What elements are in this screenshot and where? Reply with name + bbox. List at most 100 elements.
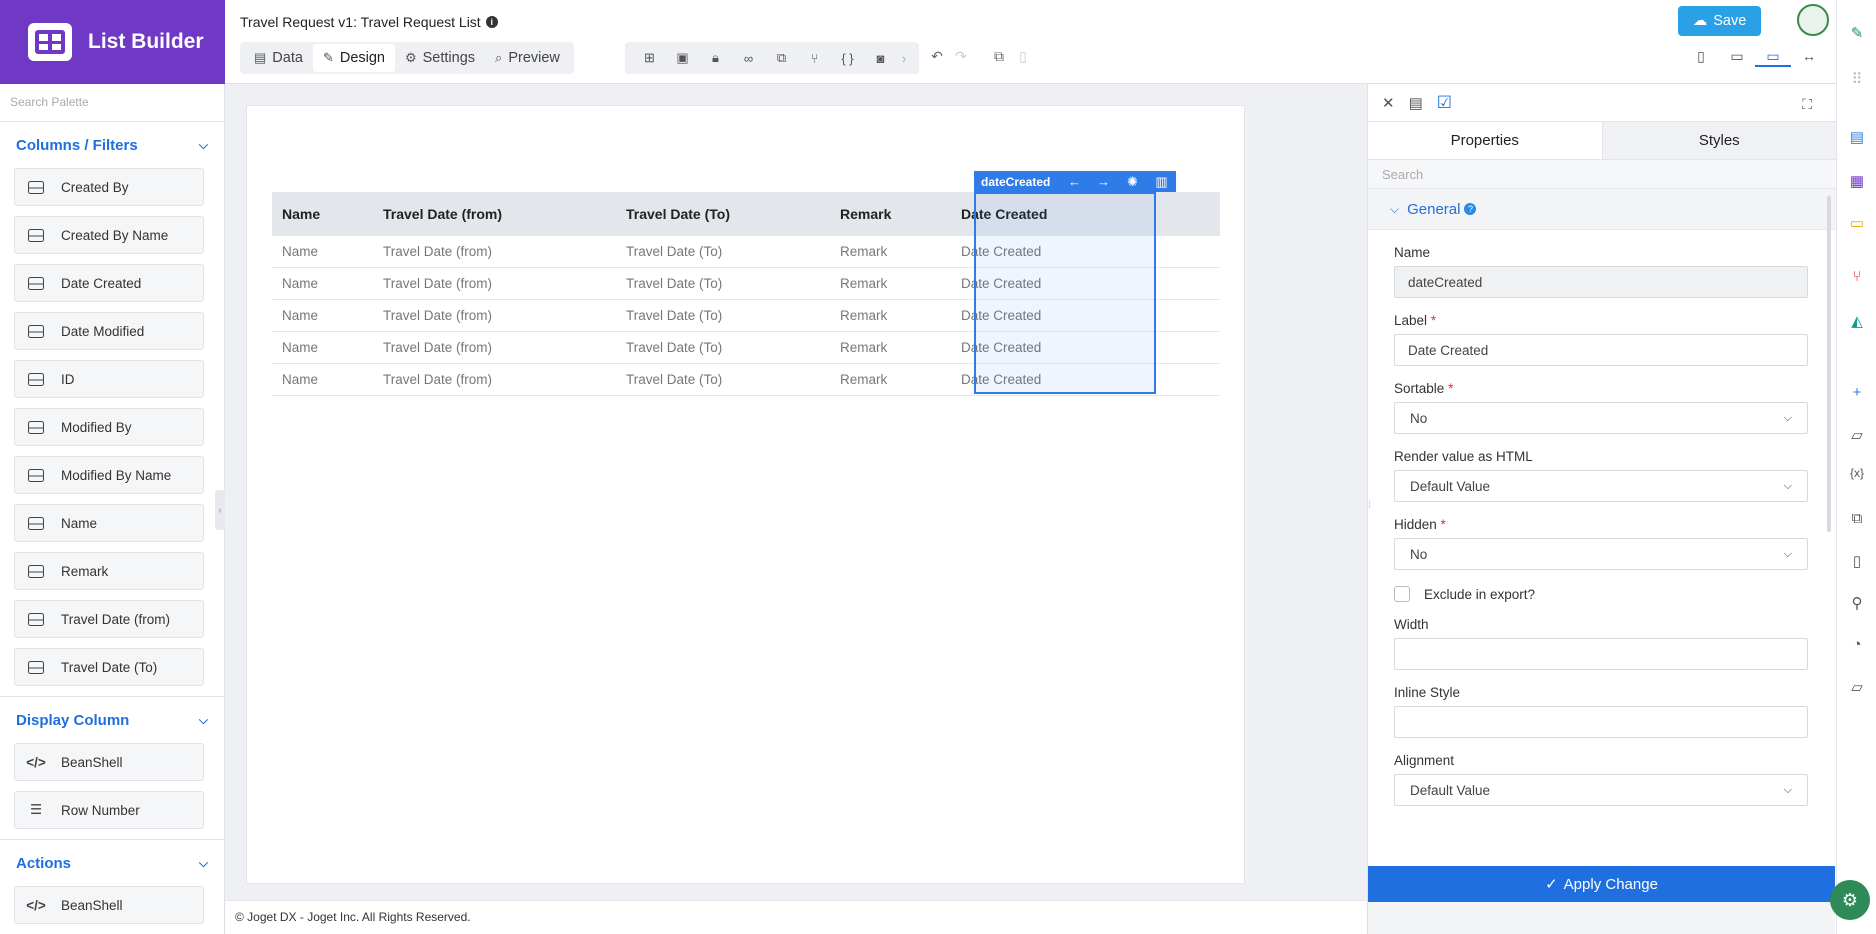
checkbox-checked-icon[interactable]: ☑ xyxy=(1437,93,1452,113)
tab-label: Preview xyxy=(508,50,560,66)
palette-item[interactable]: Created By xyxy=(14,168,204,206)
process-builder-icon[interactable]: ⑂ xyxy=(1847,268,1867,285)
paint-bucket-icon[interactable]: ◭ xyxy=(1847,312,1867,330)
drag-handle-icon[interactable]: ⠿ xyxy=(1847,70,1867,88)
lock-icon[interactable]: 🔒︎ xyxy=(699,50,732,66)
form-builder-icon[interactable]: ▤ xyxy=(1847,128,1867,146)
camera-icon[interactable]: ◙ xyxy=(864,51,897,66)
palette-item-label: Modified By xyxy=(61,419,132,435)
panel-resize-handle[interactable]: ⁞ xyxy=(1368,500,1376,522)
properties-icon[interactable]: ▣ xyxy=(666,50,699,66)
field-label-text: Label xyxy=(1394,313,1428,328)
arrow-left-icon[interactable]: ← xyxy=(1060,174,1089,189)
palette-item[interactable]: ID xyxy=(14,360,204,398)
tab-styles[interactable]: Styles xyxy=(1602,122,1836,159)
laptop-icon[interactable]: ▭ xyxy=(1755,48,1791,67)
palette-item[interactable]: Date Modified xyxy=(14,312,204,350)
speedometer-icon[interactable]: ◔ xyxy=(1847,636,1867,653)
info-icon[interactable]: i xyxy=(485,16,498,28)
tree-icon[interactable]: ⊞ xyxy=(633,50,666,66)
settings-fab-icon[interactable]: ⚙ xyxy=(1830,880,1870,920)
palette-item[interactable]: </> BeanShell xyxy=(14,743,204,781)
edit-icon[interactable]: ✎ xyxy=(1847,24,1867,42)
fullscreen-icon[interactable]: ⛶ xyxy=(1802,96,1812,113)
properties-scrollbar[interactable] xyxy=(1827,196,1831,532)
document-icon[interactable]: ▯ xyxy=(1847,552,1867,570)
tablet-icon[interactable]: ▭ xyxy=(1719,48,1755,67)
palette-item[interactable]: Name xyxy=(14,504,204,542)
copy-icon[interactable]: ⧉ xyxy=(987,48,1011,65)
tab-preview[interactable]: ⌕ Preview xyxy=(485,44,570,72)
render-html-select[interactable]: Default Value ⌵ xyxy=(1394,470,1808,502)
palette-item[interactable]: Modified By xyxy=(14,408,204,446)
required-marker: * xyxy=(1430,313,1437,328)
section-general[interactable]: ⌵ General ? xyxy=(1368,188,1836,230)
palette-item[interactable]: </> BeanShell xyxy=(14,886,204,924)
note-icon[interactable]: ▱ xyxy=(1847,426,1867,444)
palette-search-input[interactable]: Search Palette xyxy=(0,84,224,122)
add-icon[interactable]: + xyxy=(1847,384,1867,401)
palette-item-label: Created By Name xyxy=(61,227,169,243)
column-header[interactable]: Remark xyxy=(830,206,951,222)
column-icon xyxy=(27,660,45,674)
palette-item[interactable]: Travel Date (from) xyxy=(14,600,204,638)
script-icon[interactable]: ▱ xyxy=(1847,678,1867,696)
palette-icon[interactable]: ✺ xyxy=(1118,174,1147,190)
inline-style-input[interactable] xyxy=(1394,706,1808,738)
apply-change-button[interactable]: ✓ Apply Change xyxy=(1368,866,1835,902)
translate-icon[interactable]: ⧉ xyxy=(1847,510,1867,527)
section-display-column[interactable]: Display Column ⌵ xyxy=(0,697,224,743)
mobile-icon[interactable]: ▯ xyxy=(1683,48,1719,67)
field-label: Inline Style xyxy=(1394,685,1461,700)
label-input[interactable]: Date Created xyxy=(1394,334,1808,366)
trash-icon[interactable]: ▥ xyxy=(1147,174,1176,190)
sidebar-collapse-handle[interactable]: ‹ xyxy=(215,490,225,530)
properties-search-input[interactable]: Search xyxy=(1368,160,1836,188)
exclude-export-checkbox[interactable] xyxy=(1394,586,1410,602)
palette-item[interactable]: Modified By Name xyxy=(14,456,204,494)
column-icon xyxy=(27,612,45,626)
field-sortable: Sortable * No ⌵ xyxy=(1368,381,1836,434)
name-input[interactable]: dateCreated xyxy=(1394,266,1808,298)
section-actions[interactable]: Actions ⌵ xyxy=(0,840,224,886)
braces-icon[interactable]: { } xyxy=(831,51,864,66)
list-builder-icon[interactable]: ▦ xyxy=(1847,172,1867,190)
paste-icon[interactable]: ▯ xyxy=(1011,48,1035,65)
tab-settings[interactable]: ⚙ Settings xyxy=(395,44,485,72)
palette-item[interactable]: Remark xyxy=(14,552,204,590)
column-header[interactable]: Name xyxy=(272,206,373,222)
undo-icon[interactable]: ↶ xyxy=(925,48,949,65)
palette-item[interactable]: ☰ Row Number xyxy=(14,791,204,829)
translate-icon[interactable]: ⧉ xyxy=(765,50,798,66)
tab-design[interactable]: ✎ Design xyxy=(312,44,395,72)
column-header[interactable]: Travel Date (To) xyxy=(616,206,830,222)
selected-column-highlight[interactable] xyxy=(974,192,1156,394)
plugin-icon[interactable]: ⚲ xyxy=(1847,594,1867,612)
user-avatar[interactable] xyxy=(1797,4,1829,36)
variable-icon[interactable]: {x} xyxy=(1847,466,1867,480)
palette-item[interactable]: Travel Date (To) xyxy=(14,648,204,686)
width-input[interactable] xyxy=(1394,638,1808,670)
section-columns-filters[interactable]: Columns / Filters ⌵ xyxy=(0,122,224,168)
tab-properties[interactable]: Properties xyxy=(1368,122,1603,159)
close-icon[interactable]: ✕ xyxy=(1382,94,1395,112)
help-icon[interactable]: ? xyxy=(1464,203,1477,215)
branch-icon[interactable]: ⑂ xyxy=(798,51,831,66)
palette-item[interactable]: Date Created xyxy=(14,264,204,302)
sortable-select[interactable]: No ⌵ xyxy=(1394,402,1808,434)
userview-builder-icon[interactable]: ▭ xyxy=(1847,214,1867,232)
table-cell: Travel Date (from) xyxy=(383,340,493,355)
field-exclude-export: Exclude in export? xyxy=(1368,586,1836,602)
alignment-select[interactable]: Default Value ⌵ xyxy=(1394,774,1808,806)
save-icon[interactable]: ▤ xyxy=(1409,94,1423,112)
arrow-right-icon[interactable]: → xyxy=(1089,174,1118,189)
redo-icon[interactable]: ↷ xyxy=(949,48,973,65)
column-header[interactable]: Travel Date (from) xyxy=(373,206,616,222)
chevron-right-icon[interactable]: › xyxy=(897,51,911,66)
hidden-select[interactable]: No ⌵ xyxy=(1394,538,1808,570)
expand-width-icon[interactable]: ↔ xyxy=(1791,48,1827,67)
save-button[interactable]: ☁ Save xyxy=(1678,6,1761,36)
binoculars-icon[interactable]: ∞ xyxy=(732,51,765,66)
palette-item[interactable]: Created By Name xyxy=(14,216,204,254)
tab-data[interactable]: ▤ Data xyxy=(244,44,313,72)
